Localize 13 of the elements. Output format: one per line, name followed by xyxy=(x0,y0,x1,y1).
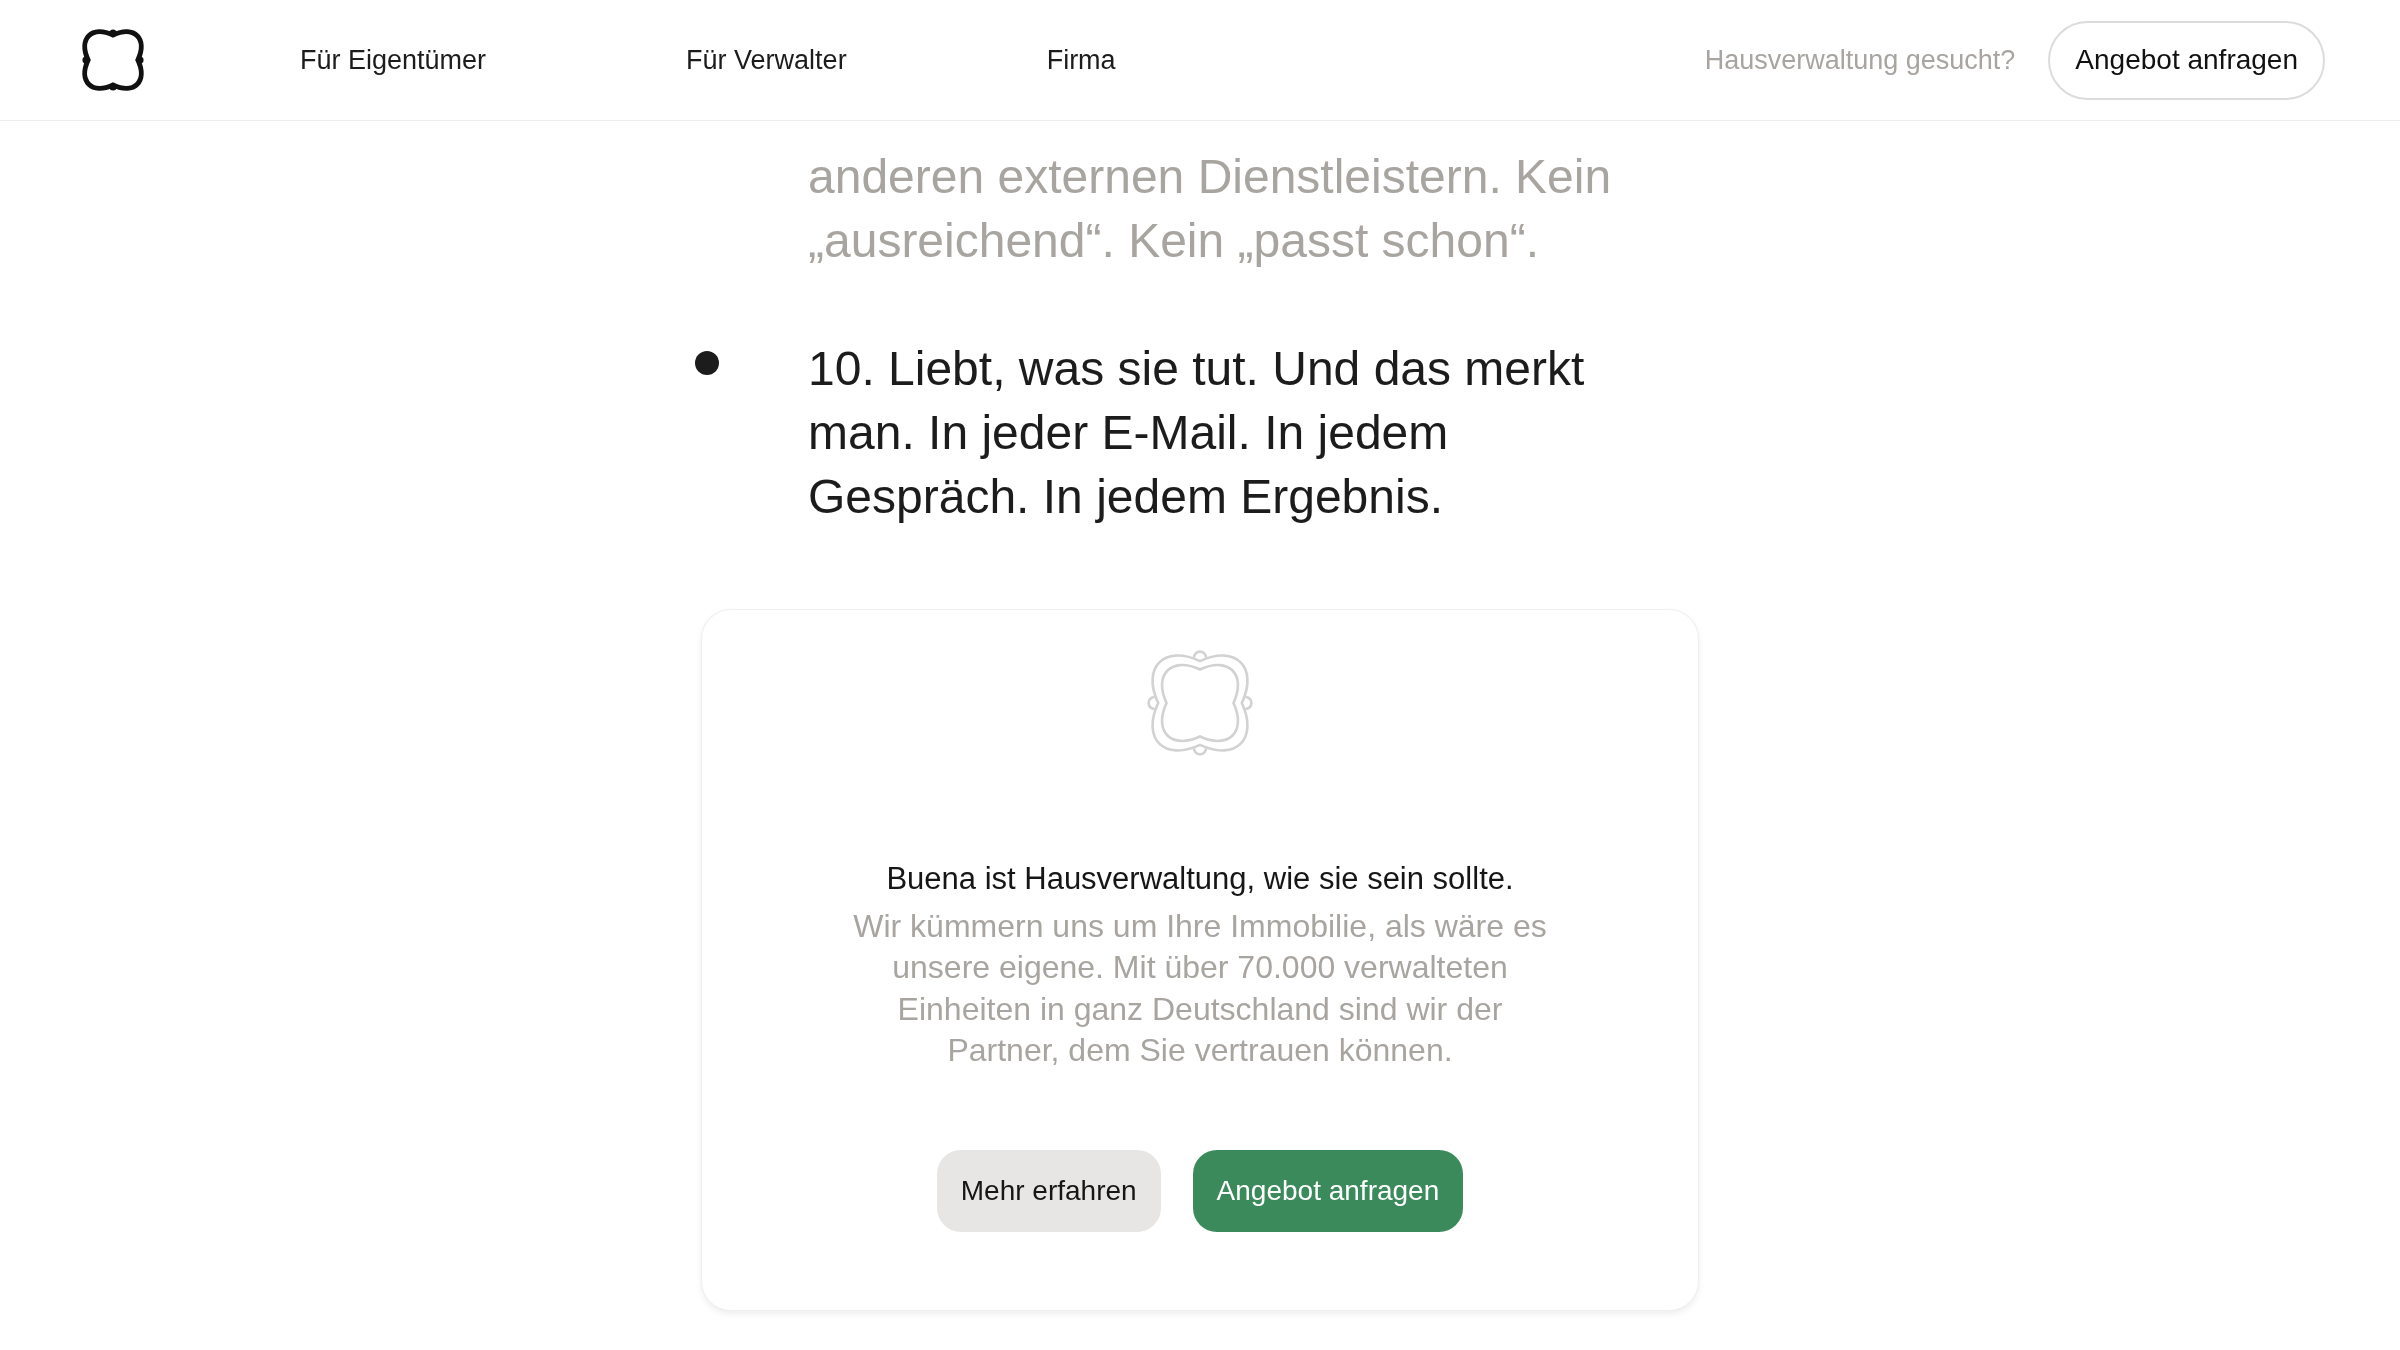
quote-request-button[interactable]: Angebot anfragen xyxy=(2048,20,2325,100)
list-item-text: 10. Liebt, was sie tut. Und das merkt man. In jeder E-Mail. In jedem Gespräch. In jedem Ergebnis. xyxy=(808,341,1586,525)
secondary-button[interactable]: Mehr erfahren xyxy=(936,1150,1161,1233)
nav-link[interactable]: Für Eigentümer xyxy=(300,39,487,81)
nav-link[interactable]: Firma xyxy=(1046,39,1116,81)
list-item-text: anderen externen Dienstleistern. Kein „ausreichend“. Kein „passt schon“. xyxy=(808,149,1613,269)
nav-link[interactable]: Für Verwalter xyxy=(686,39,847,81)
logo-icon[interactable] xyxy=(81,28,145,92)
card-description: Wir kümmern uns um Ihre Immobilie, als wäre es unsere eigene. Mit über 70.000 verwalteten Einheiten in ganz Deutschland sind wir der Partner, dem Sie vertrauen können. xyxy=(852,907,1548,1070)
logo-icon xyxy=(1145,648,1255,758)
primary-button[interactable]: Angebot anfragen xyxy=(1192,1150,1464,1233)
bullet-icon xyxy=(695,351,719,375)
card-title: Buena ist Hausverwaltung, wie sie sein sollte. xyxy=(886,861,1514,897)
